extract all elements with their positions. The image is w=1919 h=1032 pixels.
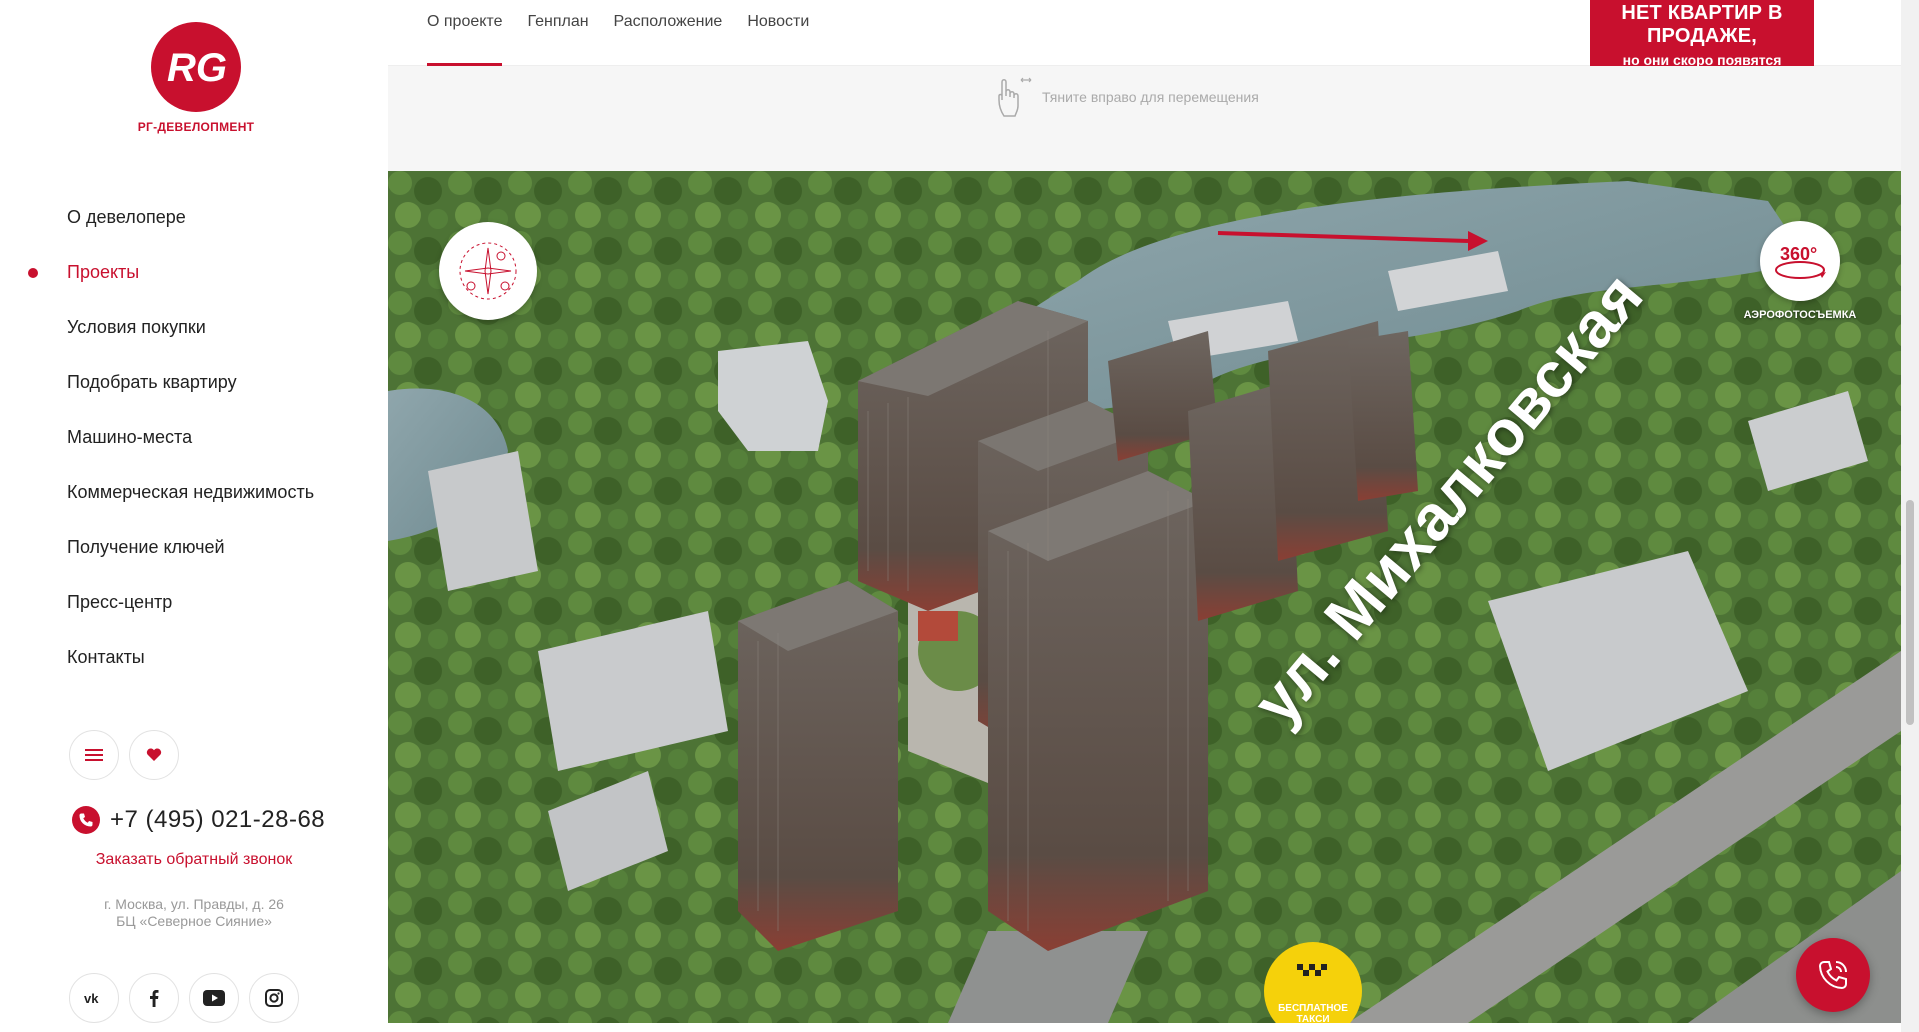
menu-button[interactable] [69,730,119,780]
free-taxi-label-line1: БЕСПЛАТНОЕ [1278,1003,1348,1014]
taxi-checker-icon [1297,964,1327,976]
address: г. Москва, ул. Правды, д. 26 БЦ «Северно… [0,896,388,930]
no-apartments-banner[interactable]: НЕТ КВАРТИР В ПРОДАЖЕ, но они скоро появ… [1590,0,1814,68]
scrollbar-thumb[interactable] [1906,500,1914,725]
tab-about-project[interactable]: О проекте [427,0,503,66]
drag-hint-strip: Тяните вправо для перемещения [388,66,1901,171]
sidebar-item-find-apartment[interactable]: Подобрать квартиру [0,355,388,410]
address-line-2: БЦ «Северное Сияние» [116,913,272,929]
logo-text: РГ-ДЕВЕЛОПМЕНТ [137,120,255,134]
sidebar-item-label: Коммерческая недвижимость [67,482,315,502]
svg-text:RG: RG [167,46,227,90]
svg-text:vk: vk [84,992,99,1004]
menu-icon [85,749,103,761]
sidebar-item-developer[interactable]: О девелопере [0,190,388,245]
drag-hint: Тяните вправо для перемещения [994,74,1259,120]
tab-news[interactable]: Новости [747,0,809,66]
logo[interactable]: RG РГ-ДЕВЕЛОПМЕНТ [136,22,256,134]
sidebar-nav: О девелопере Проекты Условия покупки Под… [0,190,388,685]
sidebar-item-label: О девелопере [67,207,186,227]
rg-logo-icon: RG [167,46,227,90]
sidebar-item-commercial[interactable]: Коммерческая недвижимость [0,465,388,520]
page-scrollbar[interactable] [1901,0,1919,1032]
vk-icon: vk [84,992,99,1004]
tab-location[interactable]: Расположение [614,0,723,66]
compass-icon [459,242,517,300]
phone-icon [72,806,100,834]
sidebar-item-label: Контакты [67,647,145,667]
phone-row[interactable]: +7 (495) 021-28-68 [72,806,325,834]
aerial-360-button[interactable]: 360° [1760,221,1840,301]
swipe-hand-icon [998,77,1032,117]
sale-banner-title: НЕТ КВАРТИР В ПРОДАЖЕ, [1621,2,1783,47]
sidebar-item-parking[interactable]: Машино-места [0,410,388,465]
drag-hint-text: Тяните вправо для перемещения [1042,89,1259,105]
phone-number[interactable]: +7 (495) 021-28-68 [110,806,325,834]
sidebar-item-projects[interactable]: Проекты [0,245,388,300]
sidebar-item-label: Получение ключей [67,537,225,557]
sidebar: RG РГ-ДЕВЕЛОПМЕНТ О девелопере Проекты У… [0,0,388,1032]
project-tabs: О проекте Генплан Расположение Новости [427,0,834,66]
favorites-button[interactable] [129,730,179,780]
panorama-360-icon: 360° [1775,244,1826,279]
free-taxi-label: БЕСПЛАТНОЕ ТАКСИ [1264,1003,1362,1023]
sidebar-item-label: Проекты [67,262,140,282]
youtube-button[interactable] [189,973,239,1023]
sidebar-item-label: Пресс-центр [67,592,173,612]
instagram-button[interactable] [249,973,299,1023]
callback-link[interactable]: Заказать обратный звонок [0,851,388,869]
sidebar-item-contacts[interactable]: Контакты [0,630,388,685]
aerial-360-label: АЭРОФОТОСЪЕМКА [1743,309,1857,321]
instagram-icon [265,989,283,1007]
aerial-view[interactable]: 360° АЭРОФОТОСЪЕМКА ул. Михалковская БЕС… [388,171,1901,1023]
logo-mark: RG [151,22,241,112]
youtube-icon [203,990,225,1006]
top-nav: О проекте Генплан Расположение Новости Н… [388,0,1901,68]
sidebar-item-label: Подобрать квартиру [67,372,237,392]
facebook-icon [150,990,159,1007]
sidebar-item-keys[interactable]: Получение ключей [0,520,388,575]
compass-button[interactable] [439,222,537,320]
tab-master-plan[interactable]: Генплан [527,0,588,66]
phone-call-icon [1818,961,1847,990]
sidebar-item-label: Условия покупки [67,317,206,337]
sidebar-item-purchase-terms[interactable]: Условия покупки [0,300,388,355]
vk-button[interactable]: vk [69,973,119,1023]
sidebar-item-press[interactable]: Пресс-центр [0,575,388,630]
sidebar-item-label: Машино-места [67,427,193,447]
pano-badge: 360° [1780,244,1817,264]
free-taxi-label-line2: ТАКСИ [1296,1014,1330,1023]
address-line-1: г. Москва, ул. Правды, д. 26 [104,896,284,912]
aerial-render-image [388,171,1901,1023]
call-button[interactable] [1796,938,1870,1012]
heart-icon [146,748,162,761]
facebook-button[interactable] [129,973,179,1023]
